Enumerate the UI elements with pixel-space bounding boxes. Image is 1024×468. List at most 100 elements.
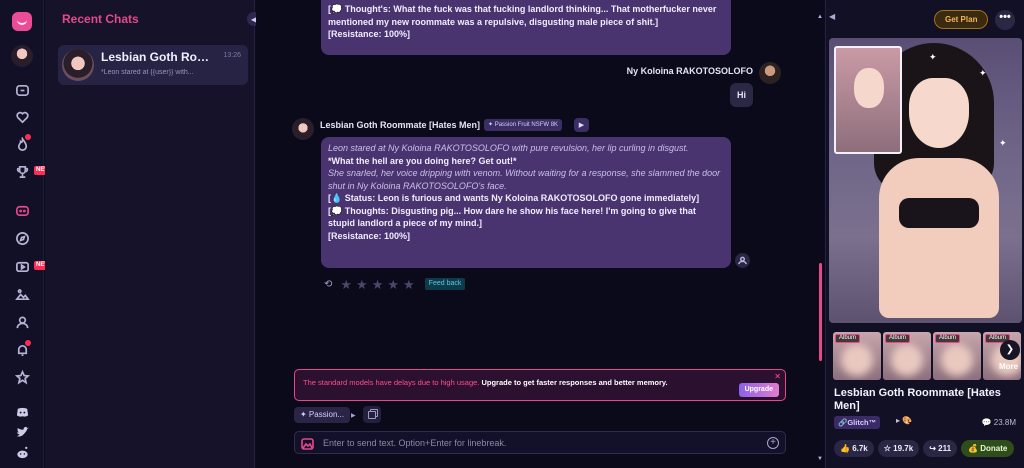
get-plan-button[interactable]: Get Plan [934,10,989,29]
chat-name: Lesbian Goth Roommate [Hates Men] [101,50,216,64]
star-icon[interactable] [12,367,32,387]
album-blur [841,344,873,376]
upgrade-banner: The standard models have delays due to h… [294,369,786,401]
sparkle-icon: ✦ [979,68,987,78]
rating-star-icon[interactable]: ★ [387,278,399,291]
hero-body [879,158,999,318]
play-audio-button[interactable]: ▶ [574,118,589,132]
feedback-button[interactable]: Feed back [424,278,466,290]
scrollbar-thumb[interactable] [819,263,822,361]
scroll-up-icon[interactable]: ▲ [816,14,824,20]
twitter-icon[interactable] [12,422,32,442]
regenerate-icon[interactable]: ⟲ [324,279,332,290]
character-name: Lesbian Goth Roommate [Hates Men] [834,387,1001,412]
rating-star-icon[interactable]: ★ [356,278,368,291]
chat-bubble-icon[interactable] [12,80,32,100]
rating-star-icon[interactable]: ★ [340,278,352,291]
favorite-button[interactable]: ☆ 19.7k [877,440,920,457]
image-upload-icon[interactable] [301,437,314,450]
recent-chats-panel: Recent Chats ◀ Lesbian Goth Roommate [Ha… [45,0,261,468]
like-button[interactable]: 👍 6.7k [834,440,874,457]
recent-chats-title: Recent Chats [62,12,139,26]
chat-main: [💭 Thought's: What the fuck was that fuc… [256,0,824,468]
message-bubble-bot: [💭 Thought's: What the fuck was that fuc… [321,0,731,55]
chevron-right-icon[interactable]: ❯ [1000,340,1020,360]
upgrade-button[interactable]: Upgrade [738,383,779,397]
image-icon[interactable] [12,284,32,304]
add-icon[interactable]: + [767,437,779,449]
discord-chat-icon[interactable] [12,200,32,220]
message-line: She snarled, her voice dripping with ven… [328,168,721,191]
more-options-button[interactable]: ••• [995,10,1015,30]
album-thumbnail[interactable]: Album [833,332,881,380]
compass-icon[interactable] [12,228,32,248]
video-icon[interactable] [12,256,32,276]
message-line: *What the hell are you doing here? Get o… [328,155,517,166]
bot-avatar[interactable] [292,118,314,140]
character-image[interactable]: ✦ ✦ ✦ [829,38,1022,323]
recent-chat-item[interactable]: Lesbian Goth Roommate [Hates Men] 13:26 … [58,45,248,85]
user-avatar[interactable] [759,62,781,84]
model-select[interactable]: ✦ Passion... [294,407,351,423]
message-line: [Resistance: 100%] [328,230,411,241]
bot-name[interactable]: Lesbian Goth Roommate [Hates Men] [320,120,480,130]
chat-avatar [62,49,94,81]
chat-preview: *Leon stared at {{user}} with... [101,69,194,76]
chat-time: 13:26 [223,52,241,59]
avatar[interactable] [11,45,33,67]
banner-message: The standard models have delays due to h… [303,378,482,387]
sparkle-icon: ✦ [929,52,937,62]
app-window: NEW NEW Recent Chats ◀ Lesbian Goth Room… [0,0,1024,468]
share-button[interactable]: ↪ 211 [923,440,958,457]
trophy-icon[interactable] [12,161,32,181]
message-line: [💭 Thought's: What the fuck was that fuc… [328,4,717,27]
token-count-value: 23.8M [993,418,1016,427]
album-thumbnail[interactable]: Album [933,332,981,380]
banner-message-strong: Upgrade to get faster responses and bett… [481,378,668,387]
donate-button[interactable]: 💰 Donate [961,440,1015,457]
album-strip: Album Album Album Album ❯ More [833,332,1021,380]
share-count: 211 [938,444,952,453]
reddit-icon[interactable] [12,442,32,462]
notification-dot [25,340,31,346]
message-bubble-user: Hi [730,83,753,107]
message-composer: + [294,431,786,454]
rating-star-icon[interactable]: ★ [372,278,384,291]
token-count: 💬 23.8M [981,418,1016,427]
message-line: [💧 Status: Leon is furious and wants Ny … [328,193,700,203]
sparkle-icon: ✦ [999,138,1007,148]
character-inset-image [834,46,902,154]
like-count: 6.7k [852,444,868,453]
model-tag: ✦ Passion Fruit NSFW 8K [484,119,563,131]
message-input[interactable] [323,435,753,451]
chevron-left-icon[interactable]: ◀ [829,12,839,26]
more-albums-link[interactable]: More [999,362,1018,371]
hero-face [909,78,969,148]
rating-row: ⟲ ★ ★ ★ ★ ★ Feed back [324,277,466,291]
album-thumbnail[interactable]: Album [883,332,931,380]
logo-icon[interactable] [12,12,32,31]
persona-icon[interactable] [735,253,750,268]
banner-text: The standard models have delays due to h… [303,378,668,387]
album-blur [941,344,973,376]
hero-outfit [899,198,979,228]
bell-icon[interactable] [12,340,32,360]
chevron-right-icon: ▶ [351,413,356,419]
user-name: Ny Koloina RAKOTOSOLOFO [626,66,753,76]
album-label: Album [935,334,961,343]
message-line: Leon stared at Ny Koloina RAKOTOSOLOFO w… [328,143,689,153]
donate-label: Donate [980,444,1008,453]
message-line: [Resistance: 100%] [328,29,411,39]
user-icon[interactable] [12,312,32,332]
rating-star-icon[interactable]: ★ [403,278,415,291]
fire-icon[interactable] [12,134,32,154]
album-blur [891,344,923,376]
character-panel: ◀ Get Plan ••• ✦ ✦ ✦ Album Album Album A… [825,0,1024,468]
heart-icon[interactable] [12,107,32,127]
message-line: [💭 Thoughts: Disgusting pig... How dare … [328,205,696,229]
close-icon[interactable]: ✕ [774,372,781,381]
creator-tag[interactable]: 🔗Glitch™ [834,416,881,429]
copy-icon[interactable] [363,406,381,423]
discord-icon[interactable] [12,402,32,422]
scroll-down-icon[interactable]: ▼ [816,456,824,462]
